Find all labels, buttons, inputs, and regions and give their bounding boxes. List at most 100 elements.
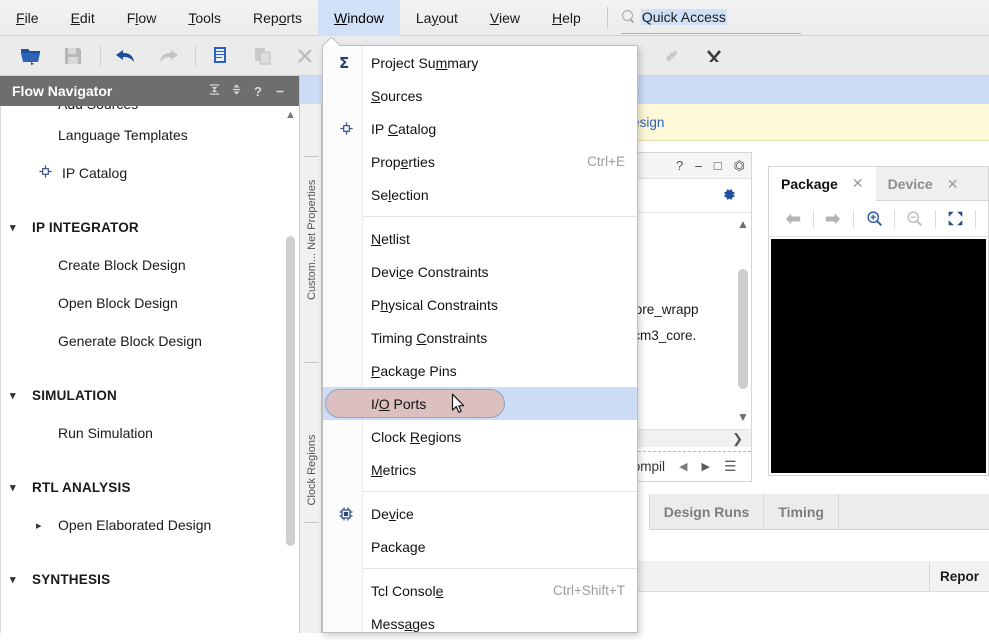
menu-item-clock-regions[interactable]: Clock Regions <box>323 420 637 453</box>
menu-item-metrics[interactable]: Metrics <box>323 453 637 486</box>
sidebar-item-open-elaborated-design[interactable]: ▸ Open Elaborated Design <box>0 506 299 544</box>
menu-help[interactable]: Help <box>536 0 597 36</box>
tab-design-runs[interactable]: Design Runs <box>650 494 765 530</box>
tab-design-runs-label: Design Runs <box>663 504 750 520</box>
menu-item-label: Clock Regions <box>371 428 462 445</box>
column-header-report[interactable]: Repor <box>928 561 989 592</box>
tab-device[interactable]: Device ✕ <box>876 167 971 201</box>
quick-access[interactable]: Quick Access <box>620 8 801 34</box>
menu-item-ip-catalog[interactable]: IP Catalog <box>323 112 637 145</box>
menu-item-netlist[interactable]: Netlist <box>323 222 637 255</box>
undo-icon[interactable] <box>109 41 143 71</box>
menu-item-package-pins[interactable]: Package Pins <box>323 354 637 387</box>
menu-item-messages[interactable]: Messages <box>323 607 637 640</box>
scroll-thumb[interactable] <box>286 236 295 546</box>
sidebar-section-rtl-analysis[interactable]: ▾ RTL ANALYSIS <box>0 468 299 506</box>
menu-item-selection[interactable]: Selection <box>323 178 637 211</box>
sidebar-section-synthesis[interactable]: ▾ SYNTHESIS <box>0 560 299 598</box>
chevron-right-icon[interactable]: ▸ <box>36 519 58 532</box>
help-icon[interactable]: ? <box>676 158 683 173</box>
tab-package[interactable]: Package ✕ <box>769 167 876 201</box>
sidebar-item-generate-block-design[interactable]: Generate Block Design <box>0 322 299 360</box>
copy-icon[interactable] <box>204 41 238 71</box>
scroll-thumb[interactable] <box>738 269 748 389</box>
menu-reports[interactable]: Reports <box>237 0 318 36</box>
minimize-icon[interactable]: ⎯ <box>695 158 702 174</box>
menu-item-sources[interactable]: Sources <box>323 79 637 112</box>
sidebar-section-label: RTL ANALYSIS <box>32 479 131 495</box>
menu-item-label: Metrics <box>371 461 417 478</box>
menu-window[interactable]: Window <box>318 0 400 36</box>
quick-access-input[interactable]: Quick Access <box>640 8 727 25</box>
menu-item-device-constraints[interactable]: Device Constraints <box>323 255 637 288</box>
open-project-icon[interactable] <box>14 41 48 71</box>
tab-package-label: Package <box>781 175 838 192</box>
menu-tools[interactable]: Tools <box>172 0 237 36</box>
sidebar-item-create-block-design[interactable]: Create Block Design <box>0 246 299 284</box>
sidebar-item-run-simulation[interactable]: Run Simulation <box>0 414 299 452</box>
sidebar-item-language-templates[interactable]: Language Templates <box>0 116 299 154</box>
next-icon[interactable]: ▶ <box>701 460 709 473</box>
tab-device-close-icon[interactable]: ✕ <box>947 176 959 193</box>
menu-item-label: Timing Constraints <box>371 329 488 346</box>
menu-item-package[interactable]: Package <box>323 530 637 563</box>
float-icon[interactable]: ⏣ <box>734 158 745 174</box>
sidebar-item-label: Language Templates <box>58 127 188 143</box>
cut-net-icon[interactable] <box>697 41 731 71</box>
sidebar-item-ip-catalog[interactable]: IP Catalog <box>0 154 299 192</box>
vertical-tab-net-properties[interactable]: Custom... Net Properties <box>306 180 318 300</box>
menu-edit[interactable]: Edit <box>55 0 111 36</box>
menu-item-label: Netlist <box>371 230 410 247</box>
menu-item-label: Messages <box>371 615 435 632</box>
menu-view[interactable]: View <box>474 0 536 36</box>
maximize-icon[interactable]: □ <box>714 158 722 173</box>
scroll-right-icon[interactable]: ❯ <box>732 431 743 447</box>
chevron-down-icon: ▾ <box>10 221 16 234</box>
scroll-up-icon[interactable]: ▲ <box>737 217 749 231</box>
scroll-down-icon[interactable]: ▼ <box>737 410 749 424</box>
sidebar-item-open-block-design[interactable]: Open Block Design <box>0 284 299 322</box>
menu-item-device[interactable]: Device <box>323 497 637 530</box>
package-canvas[interactable] <box>771 239 986 473</box>
scroll-up-icon[interactable]: ▲ <box>285 110 296 121</box>
tab-timing[interactable]: Timing <box>764 494 839 530</box>
collapse-all-icon[interactable] <box>203 83 225 99</box>
menu-flow[interactable]: Flow <box>111 0 173 36</box>
menu-item-label: I/O Ports <box>371 395 427 412</box>
menu-bar: FFileile Edit Flow Tools Reports Window … <box>0 0 989 36</box>
help-icon[interactable]: ? <box>247 84 269 99</box>
gear-icon[interactable] <box>720 186 737 206</box>
minimize-icon[interactable]: ⎯ <box>269 83 291 99</box>
menu-item-project-summary[interactable]: Σ Project Summary <box>323 46 637 79</box>
forward-arrow-icon[interactable] <box>818 206 850 232</box>
menu-item-physical-constraints[interactable]: Physical Constraints <box>323 288 637 321</box>
tab-package-close-icon[interactable]: ✕ <box>852 175 864 192</box>
menu-icon[interactable]: ☰ <box>724 458 737 475</box>
menu-file[interactable]: FFileile <box>0 0 55 36</box>
zoom-in-icon[interactable] <box>858 206 890 232</box>
flow-navigator-scrollbar[interactable]: ▲ <box>285 106 296 633</box>
vertical-tab-clock-regions[interactable]: Clock Regions <box>306 430 318 510</box>
zoom-out-icon[interactable] <box>899 206 931 232</box>
menu-item-properties[interactable]: Properties Ctrl+E <box>323 145 637 178</box>
zoom-fit-icon[interactable] <box>939 206 971 232</box>
sidebar-section-simulation[interactable]: ▾ SIMULATION <box>0 376 299 414</box>
expand-icon[interactable] <box>225 83 247 99</box>
prev-icon[interactable]: ◀ <box>679 460 687 473</box>
close-icon <box>288 41 322 71</box>
menu-item-io-ports[interactable]: I/O Ports <box>323 387 637 420</box>
menu-separator <box>363 491 637 492</box>
package-device-panel: Package ✕ Device ✕ <box>768 166 989 476</box>
sidebar-section-label: SYNTHESIS <box>32 571 111 587</box>
menu-item-timing-constraints[interactable]: Timing Constraints <box>323 321 637 354</box>
menu-separator <box>363 216 637 217</box>
sidebar-item-label: Open Elaborated Design <box>58 517 212 533</box>
menu-item-tcl-console[interactable]: Tcl Console Ctrl+Shift+T <box>323 574 637 607</box>
flow-navigator-header: Flow Navigator ? ⎯ <box>0 76 299 106</box>
menu-layout[interactable]: Layout <box>400 0 474 36</box>
redo-icon <box>151 41 185 71</box>
sidebar-item-add-sources[interactable]: Add Sources <box>0 106 299 116</box>
back-arrow-icon[interactable] <box>777 206 809 232</box>
sidebar-section-ip-integrator[interactable]: ▾ IP INTEGRATOR <box>0 208 299 246</box>
sources-vertical-scrollbar[interactable]: ▲ ▼ <box>737 217 749 424</box>
